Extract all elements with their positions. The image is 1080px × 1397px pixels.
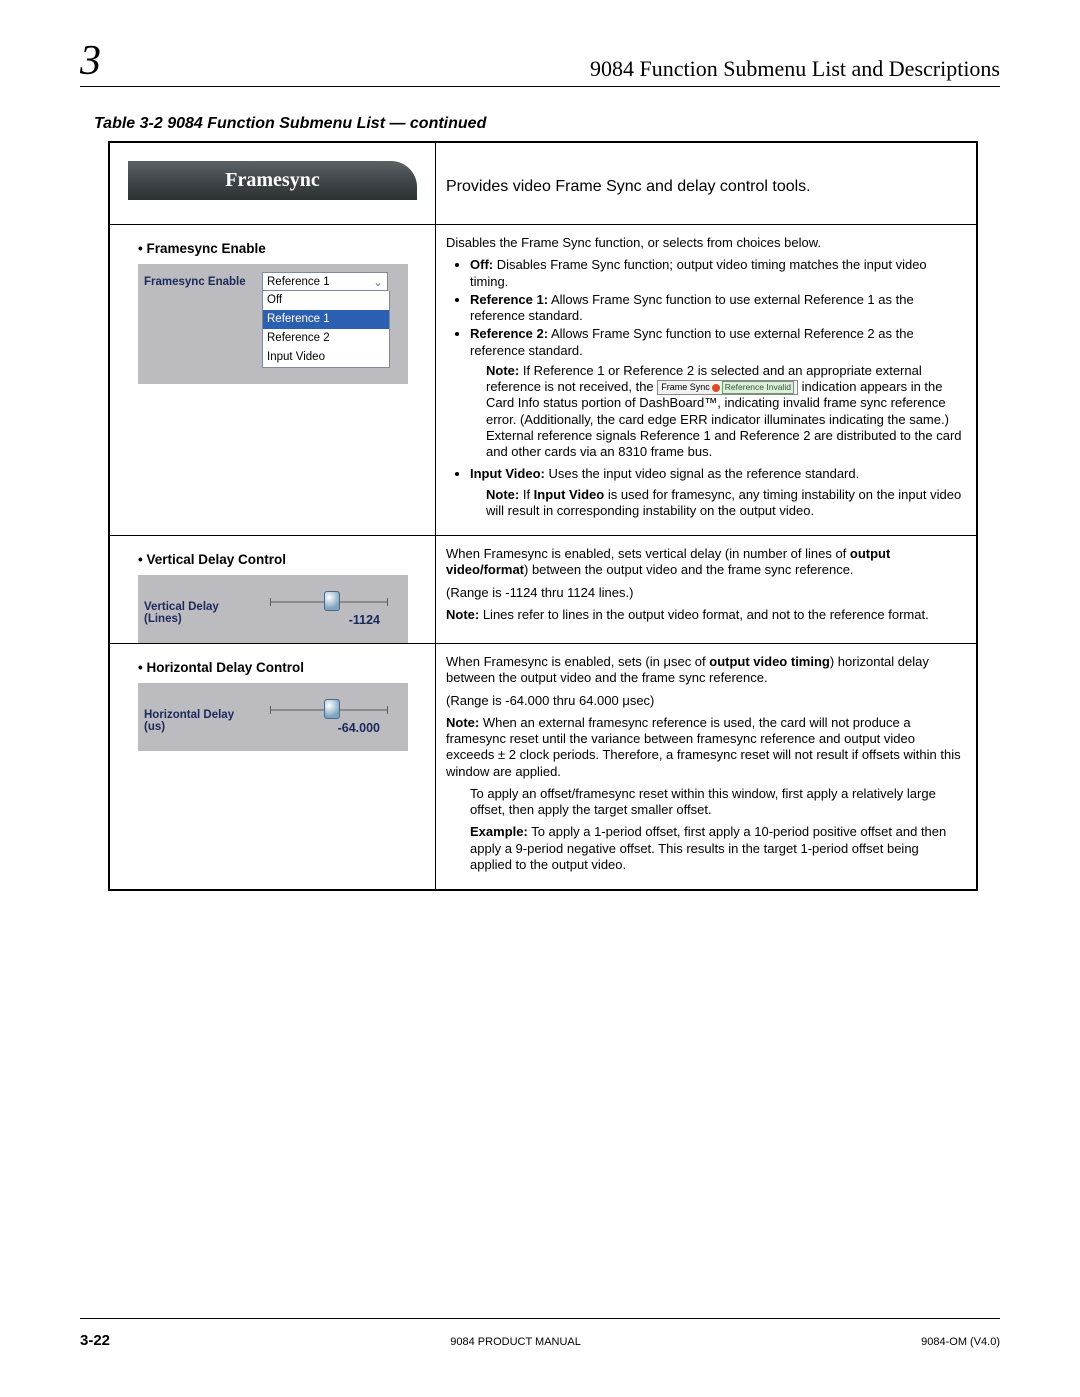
chapter-title: 9084 Function Submenu List and Descripti…	[590, 56, 1000, 82]
submenu-table: Framesync Provides video Frame Sync and …	[108, 141, 978, 891]
chevron-down-icon: ⌄	[373, 275, 383, 289]
vertical-delay-value: -1124	[262, 613, 392, 627]
hd-range: (Range is -64.000 thru 64.000 μsec)	[446, 693, 964, 709]
fe-ref2: Reference 2: Allows Frame Sync function …	[470, 326, 964, 359]
reference-invalid-badge: Frame SyncReference Invalid	[657, 380, 798, 395]
hd-p1: When Framesync is enabled, sets (in μsec…	[446, 654, 964, 687]
framesync-enable-combo-value: Reference 1	[267, 276, 330, 288]
horizontal-delay-panel: Horizontal Delay (us) -64.000	[138, 683, 408, 751]
vd-p1: When Framesync is enabled, sets vertical…	[446, 546, 964, 579]
footer-rule	[80, 1318, 1000, 1319]
horizontal-delay-slider[interactable]	[270, 701, 388, 719]
hd-note: Note: When an external framesync referen…	[446, 715, 964, 780]
horizontal-delay-cell: Horizontal Delay Control Horizontal Dela…	[109, 644, 436, 891]
vd-range: (Range is -1124 thru 1124 lines.)	[446, 585, 964, 601]
framesync-enable-desc: Disables the Frame Sync function, or sel…	[436, 225, 978, 536]
framesync-enable-label: Framesync Enable	[110, 225, 435, 264]
fe-ref1: Reference 1: Allows Frame Sync function …	[470, 292, 964, 325]
option-reference-2[interactable]: Reference 2	[263, 329, 389, 348]
option-reference-1[interactable]: Reference 1	[263, 310, 389, 329]
table-caption: Table 3-2 9084 Function Submenu List — c…	[94, 115, 1000, 133]
fe-intro: Disables the Frame Sync function, or sel…	[446, 235, 964, 251]
footer-center: 9084 PRODUCT MANUAL	[450, 1336, 581, 1348]
fe-iv-note: Note: If Input Video is used for framesy…	[486, 487, 964, 520]
horizontal-delay-field-label: Horizontal Delay (us)	[144, 691, 256, 733]
framesync-enable-listbox[interactable]: Off Reference 1 Reference 2 Input Video	[262, 291, 390, 368]
option-off[interactable]: Off	[263, 291, 389, 310]
footer-right: 9084-OM (V4.0)	[921, 1336, 1000, 1348]
vertical-delay-field-label: Vertical Delay (Lines)	[144, 583, 256, 625]
option-input-video[interactable]: Input Video	[263, 348, 389, 367]
framesync-enable-panel: Framesync Enable Reference 1 ⌄ Off Refer…	[138, 264, 408, 384]
running-head: 3 9084 Function Submenu List and Descrip…	[80, 40, 1000, 87]
fe-input-video: Input Video: Uses the input video signal…	[470, 466, 964, 482]
vertical-delay-panel: Vertical Delay (Lines) -1124	[138, 575, 408, 643]
horizontal-delay-value: -64.000	[262, 721, 392, 735]
hd-example: Example: To apply a 1-period offset, fir…	[470, 824, 964, 873]
vertical-delay-slider[interactable]	[270, 593, 388, 611]
framesync-enable-field-label: Framesync Enable	[144, 276, 256, 288]
vd-note: Note: Lines refer to lines in the output…	[446, 607, 964, 623]
hd-apply: To apply an offset/framesync reset withi…	[470, 786, 964, 819]
framesync-enable-cell: Framesync Enable Framesync Enable Refere…	[109, 225, 436, 536]
tab-summary: Provides video Frame Sync and delay cont…	[436, 142, 978, 225]
fe-off: Off: Disables Frame Sync function; outpu…	[470, 257, 964, 290]
framesync-enable-combo[interactable]: Reference 1 ⌄	[262, 272, 388, 291]
fe-ref-note: Note: If Reference 1 or Reference 2 is s…	[486, 363, 964, 461]
vertical-delay-cell: Vertical Delay Control Vertical Delay (L…	[109, 536, 436, 644]
tab-framesync: Framesync	[128, 161, 417, 200]
chapter-number: 3	[80, 40, 101, 82]
page-number: 3-22	[80, 1332, 110, 1349]
horizontal-delay-desc: When Framesync is enabled, sets (in μsec…	[436, 644, 978, 891]
status-dot-icon	[712, 384, 720, 392]
horizontal-delay-label: Horizontal Delay Control	[110, 644, 435, 683]
page-footer: 3-22 9084 PRODUCT MANUAL 9084-OM (V4.0)	[80, 1332, 1000, 1349]
vertical-delay-label: Vertical Delay Control	[110, 536, 435, 575]
vertical-delay-desc: When Framesync is enabled, sets vertical…	[436, 536, 978, 644]
